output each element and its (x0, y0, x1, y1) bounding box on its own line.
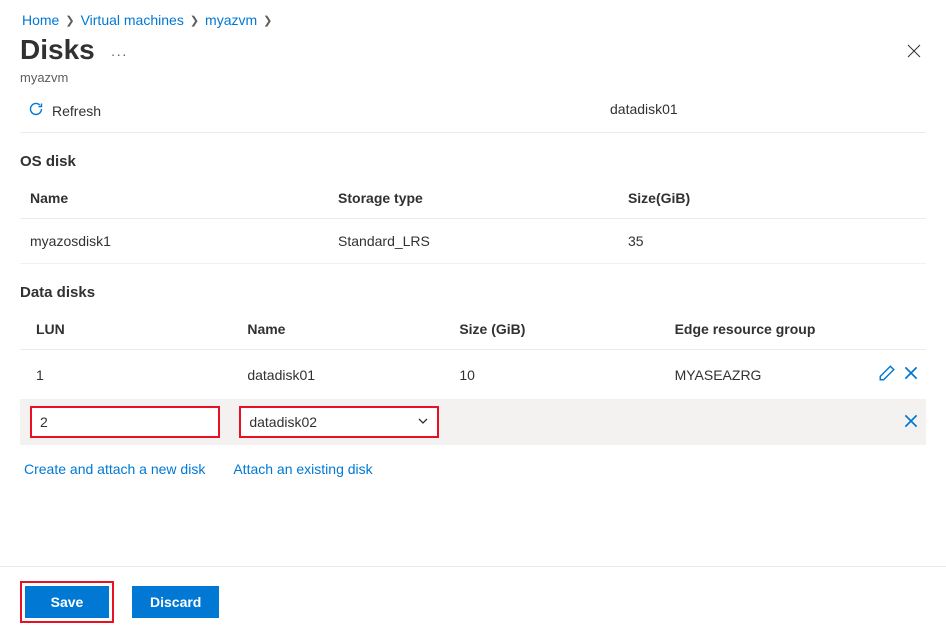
col-name: Name (237, 309, 449, 350)
table-row: myazosdisk1 Standard_LRS 35 (20, 219, 926, 264)
link-attach-existing-disk[interactable]: Attach an existing disk (233, 461, 372, 477)
more-menu-icon[interactable]: ··· (111, 46, 128, 66)
chevron-down-icon (417, 414, 429, 430)
cell-erg: MYASEAZRG (665, 350, 863, 400)
os-disk-heading: OS disk (20, 153, 926, 170)
os-disk-name: myazosdisk1 (20, 219, 328, 264)
col-storage-type: Storage type (328, 178, 618, 219)
toolbar: Refresh datadisk01 (20, 85, 926, 133)
lun-input[interactable]: 2 (30, 406, 220, 438)
os-disk-storage-type: Standard_LRS (328, 219, 618, 264)
link-create-attach-disk[interactable]: Create and attach a new disk (24, 461, 205, 477)
table-row-editing: 2 datadisk02 (20, 400, 926, 445)
chevron-right-icon: ❯ (263, 14, 272, 27)
disk-name-select[interactable]: datadisk02 (239, 406, 439, 438)
breadcrumb-virtual-machines[interactable]: Virtual machines (81, 12, 184, 28)
disk-name-value: datadisk02 (249, 414, 317, 430)
selected-disk-label: datadisk01 (610, 101, 678, 117)
discard-button[interactable]: Discard (132, 586, 219, 618)
cell-lun: 1 (20, 350, 237, 400)
page-subtitle: myazvm (20, 70, 926, 85)
cell-size: 10 (449, 350, 664, 400)
col-name: Name (20, 178, 328, 219)
data-disks-heading: Data disks (20, 284, 926, 301)
footer: Save Discard (0, 566, 946, 637)
breadcrumb: Home ❯ Virtual machines ❯ myazvm ❯ (20, 10, 926, 34)
edit-icon[interactable] (878, 364, 896, 385)
save-button[interactable]: Save (25, 586, 109, 618)
col-size: Size (GiB) (449, 309, 664, 350)
os-disk-table: Name Storage type Size(GiB) myazosdisk1 … (20, 178, 926, 264)
col-size: Size(GiB) (618, 178, 926, 219)
refresh-icon[interactable] (28, 101, 44, 120)
delete-icon[interactable] (902, 417, 920, 433)
refresh-button[interactable]: Refresh (52, 103, 101, 119)
chevron-right-icon: ❯ (190, 14, 199, 27)
table-row: 1 datadisk01 10 MYASEAZRG (20, 350, 926, 400)
cell-name: datadisk01 (237, 350, 449, 400)
delete-icon[interactable] (902, 364, 920, 385)
os-disk-size: 35 (618, 219, 926, 264)
data-disks-table: LUN Name Size (GiB) Edge resource group … (20, 309, 926, 445)
col-erg: Edge resource group (665, 309, 863, 350)
close-icon[interactable] (898, 39, 930, 68)
col-lun: LUN (20, 309, 237, 350)
page-title: Disks (20, 34, 95, 66)
chevron-right-icon: ❯ (65, 14, 74, 27)
lun-value: 2 (40, 414, 48, 430)
breadcrumb-home[interactable]: Home (22, 12, 59, 28)
breadcrumb-vm[interactable]: myazvm (205, 12, 257, 28)
